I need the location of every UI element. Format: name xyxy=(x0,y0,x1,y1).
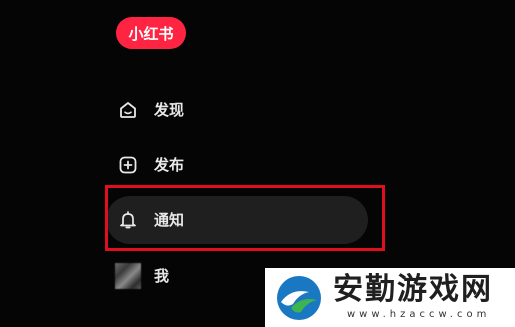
sidebar-item-discover[interactable]: 发现 xyxy=(106,86,368,134)
watermark-title: 安勤游戏网 xyxy=(333,272,493,307)
plus-square-icon xyxy=(118,155,138,175)
sidebar-item-label: 通知 xyxy=(154,210,185,229)
sidebar-item-notifications[interactable]: 通知 xyxy=(106,196,368,244)
avatar xyxy=(115,263,141,289)
watermark-logo-icon xyxy=(275,274,323,322)
sidebar-item-publish[interactable]: 发布 xyxy=(106,141,368,189)
watermark-text: 安勤游戏网 www.hzaccw.com xyxy=(333,275,493,320)
home-icon xyxy=(118,100,138,120)
bell-icon xyxy=(118,210,138,230)
xiaohongshu-logo[interactable]: 小红书 xyxy=(116,17,186,49)
app-frame: 小红书 发现 发布 通知 我 安勤游戏网 www.hzaccw.com xyxy=(0,0,515,327)
watermark-url: www.hzaccw.com xyxy=(347,309,491,320)
watermark: 安勤游戏网 www.hzaccw.com xyxy=(265,268,515,327)
sidebar-item-label: 我 xyxy=(154,266,170,285)
sidebar-item-label: 发现 xyxy=(154,100,185,119)
sidebar-item-label: 发布 xyxy=(154,155,185,174)
logo-text: 小红书 xyxy=(128,24,174,43)
